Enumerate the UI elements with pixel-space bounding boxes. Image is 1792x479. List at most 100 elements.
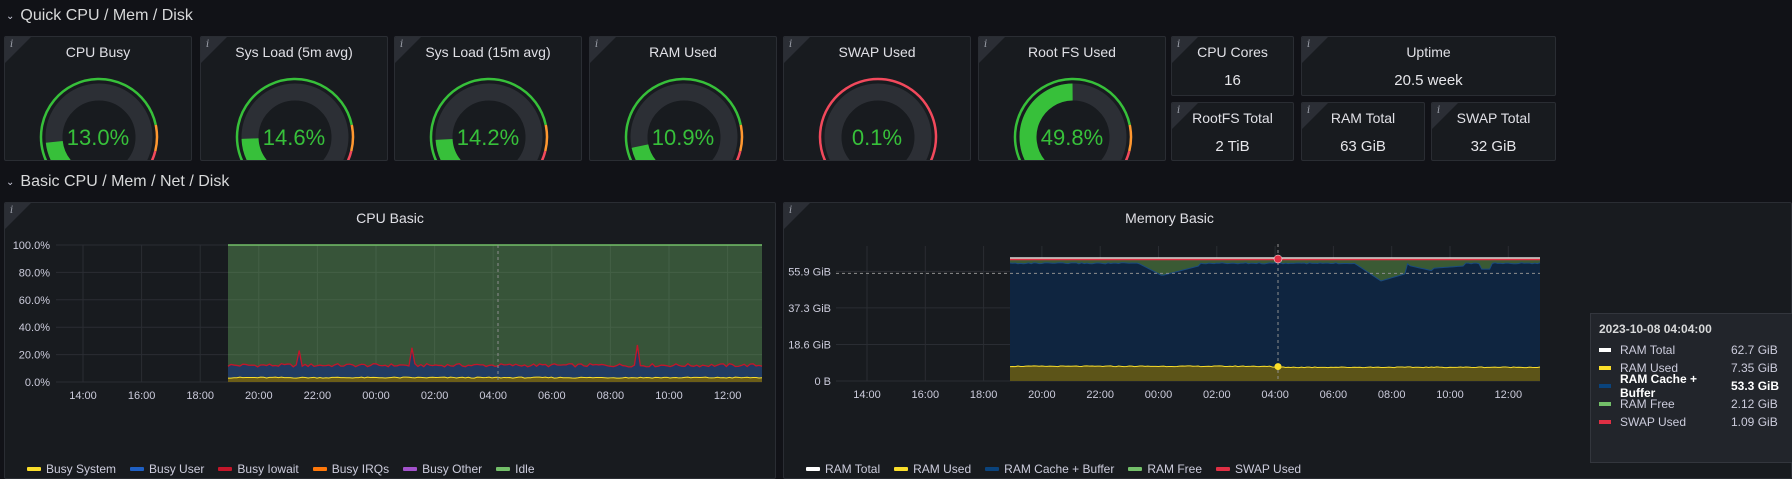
legend-label: Busy System [46, 462, 117, 476]
legend-swatch [312, 467, 327, 471]
stat-panel-ram-total: i RAM Total 63 GiB [1301, 102, 1425, 161]
legend-item[interactable]: Busy System [27, 462, 116, 476]
y-tick-label: 40.0% [19, 322, 50, 334]
panel-title: SWAP Total [1456, 110, 1531, 126]
y-tick-label: 60.0% [19, 295, 50, 307]
row-title: Basic CPU / Mem / Net / Disk [20, 173, 230, 190]
tooltip-swatch [1599, 402, 1611, 406]
x-tick-label: 12:00 [714, 390, 742, 402]
legend-swatch [403, 467, 418, 471]
legend-item[interactable]: RAM Free [1128, 462, 1202, 476]
legend-label: RAM Free [1147, 462, 1203, 476]
x-tick-label: 18:00 [970, 389, 998, 401]
x-tick-label: 22:00 [304, 390, 332, 402]
stat-value: 20.5 week [1394, 72, 1463, 89]
tooltip-value: 2.12 GiB [1731, 397, 1778, 411]
x-tick-label: 20:00 [1028, 389, 1056, 401]
gauge-value: 49.8% [1040, 125, 1104, 150]
gauge-value: 14.2% [456, 125, 520, 150]
x-tick-label: 12:00 [1495, 389, 1523, 401]
tooltip-time: 2023-10-08 04:04:00 [1599, 322, 1712, 336]
tooltip-swatch [1599, 366, 1611, 370]
legend-swatch [130, 467, 145, 471]
tooltip-label: SWAP Used [1620, 415, 1687, 429]
chart-tooltip: 2023-10-08 04:04:00 RAM Total 62.7 GiB RAM… [1590, 313, 1792, 463]
stat-panel-rootfs-total: i RootFS Total 2 TiB [1171, 102, 1294, 161]
x-tick-label: 02:00 [1203, 389, 1231, 401]
legend-label: RAM Cache + Buffer [1004, 462, 1115, 476]
ram-cache-area [1010, 262, 1540, 381]
legend-item[interactable]: Busy Iowait [218, 462, 299, 476]
cpu-basic-panel: i CPU Basic 0.0% 20.0% 40.0% 60.0% 80.0% 100.… [4, 202, 776, 479]
idle-area [228, 245, 762, 382]
legend-item[interactable]: Busy Other [403, 462, 482, 476]
gauge-panel: i SWAP Used 0.1% [783, 36, 971, 161]
x-tick-label: 18:00 [186, 390, 214, 402]
cpu-basic-chart[interactable]: 0.0% 20.0% 40.0% 60.0% 80.0% 100.0% 14:00 16:00… [5, 203, 776, 479]
stat-panel-uptime: i Uptime 20.5 week [1301, 36, 1556, 96]
y-tick-label: 80.0% [19, 267, 50, 279]
tooltip-label: RAM Total [1620, 343, 1676, 357]
legend-swatch [496, 467, 511, 471]
tooltip-swatch [1599, 384, 1611, 388]
x-tick-label: 02:00 [421, 390, 449, 402]
stat-value: 2 TiB [1215, 138, 1250, 155]
legend-label: SWAP Used [1235, 462, 1302, 476]
tooltip-row: SWAP Used 1.09 GiB [1599, 413, 1791, 431]
legend-item[interactable]: SWAP Used [1216, 462, 1301, 476]
legend-label: Busy IRQs [331, 462, 390, 476]
gauge-value: 14.6% [262, 125, 326, 150]
legend-item[interactable]: RAM Cache + Buffer [985, 462, 1114, 476]
x-tick-label: 04:00 [479, 390, 507, 402]
legend-swatch [218, 467, 233, 471]
row-header-quick[interactable]: ⌄ Quick CPU / Mem / Disk [6, 4, 193, 28]
panel-title: RootFS Total [1192, 110, 1273, 126]
y-tick-label: 18.6 GiB [788, 340, 831, 352]
tooltip-label: RAM Free [1620, 397, 1675, 411]
x-tick-label: 16:00 [128, 390, 156, 402]
legend-item[interactable]: Idle [496, 462, 535, 476]
x-tick-label: 22:00 [1086, 389, 1114, 401]
x-tick-label: 04:00 [1261, 389, 1289, 401]
gauge-value: 0.1% [851, 125, 903, 150]
panel-title: RAM Total [1330, 110, 1396, 126]
cpu-legend: Busy System Busy User Busy Iowait Busy IRQs… [27, 462, 535, 476]
x-tick-label: 06:00 [1320, 389, 1348, 401]
gauge-panel: i RAM Used 10.9% [589, 36, 777, 161]
legend-label: Busy User [149, 462, 205, 476]
legend-item[interactable]: RAM Used [894, 462, 971, 476]
x-tick-label: 16:00 [912, 389, 940, 401]
legend-label: Busy Other [422, 462, 483, 476]
legend-swatch [1128, 467, 1143, 471]
row-header-basic[interactable]: ⌄ Basic CPU / Mem / Net / Disk [6, 170, 229, 194]
legend-swatch [27, 467, 41, 471]
x-tick-label: 08:00 [597, 390, 625, 402]
y-tick-label: 0.0% [25, 377, 50, 389]
gauge-panel: i CPU Busy 13.0% [4, 36, 192, 161]
legend-item[interactable]: Busy User [130, 462, 204, 476]
tooltip-row: RAM Total 62.7 GiB [1599, 341, 1791, 359]
tooltip-value: 1.09 GiB [1731, 415, 1778, 429]
gauge-panel: i Sys Load (5m avg) 14.6% [200, 36, 388, 161]
legend-swatch [985, 467, 1000, 471]
panel-title: CPU Cores [1197, 44, 1268, 60]
gauge-panel: i Root FS Used 49.8% [978, 36, 1166, 161]
legend-label: Busy Iowait [237, 462, 299, 476]
gauge-panel: i Sys Load (15m avg) 14.2% [394, 36, 582, 161]
x-tick-label: 14:00 [69, 390, 97, 402]
legend-swatch [1216, 467, 1231, 471]
x-tick-label: 10:00 [655, 390, 683, 402]
legend-item[interactable]: Busy IRQs [312, 462, 390, 476]
x-tick-label: 20:00 [245, 390, 273, 402]
panel-title: Uptime [1406, 44, 1451, 60]
legend-label: Idle [515, 462, 535, 476]
memory-legend: RAM Total RAM Used RAM Cache + Buffer RAM F… [806, 462, 1301, 476]
chevron-down-icon: ⌄ [6, 10, 15, 22]
legend-item[interactable]: RAM Total [806, 462, 880, 476]
gauge-value: 10.9% [651, 125, 715, 150]
y-tick-label: 20.0% [19, 350, 50, 362]
tooltip-row: RAM Free 2.12 GiB [1599, 395, 1791, 413]
crosshair-point [1273, 254, 1283, 264]
crosshair-point [1274, 363, 1282, 371]
legend-swatch [894, 467, 909, 471]
